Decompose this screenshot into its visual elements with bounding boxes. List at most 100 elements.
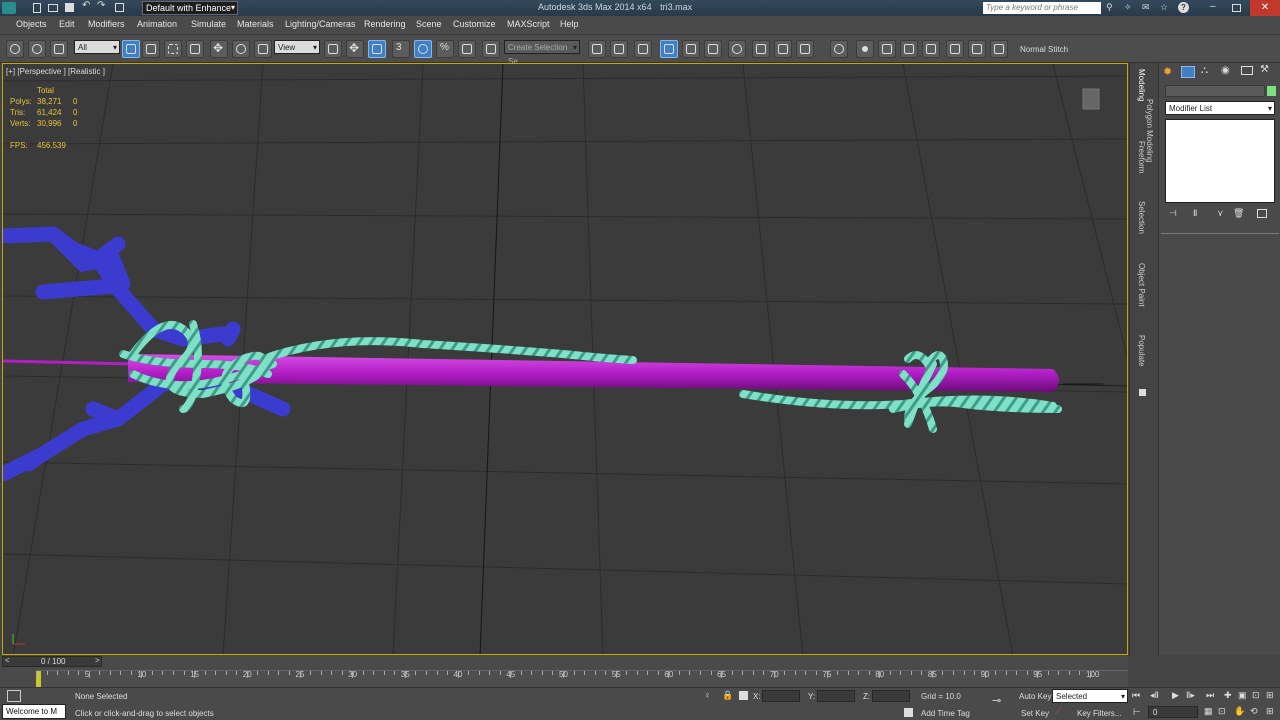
key-icon[interactable]: ⊸ — [992, 694, 1001, 707]
select-and-link-icon[interactable] — [6, 40, 24, 58]
project-folder-icon[interactable] — [115, 3, 124, 12]
bind-to-space-warp-icon[interactable] — [50, 40, 68, 58]
maximize-icon[interactable] — [1232, 4, 1241, 12]
orbit-icon[interactable]: ⟲ — [1250, 706, 1258, 717]
rotate-icon[interactable] — [232, 40, 250, 58]
layer-manager-icon[interactable] — [634, 40, 652, 58]
scale-icon[interactable] — [254, 40, 272, 58]
edit-named-selection-icon[interactable] — [482, 40, 500, 58]
menu-scene[interactable]: Scene — [416, 19, 442, 29]
ribbon-tab-object-paint[interactable]: Object Paint — [1137, 263, 1146, 307]
zoom-extents-icon[interactable]: ✚ — [1224, 690, 1232, 701]
select-by-name-icon[interactable] — [142, 40, 160, 58]
connect-icon[interactable] — [900, 40, 918, 58]
menu-edit[interactable]: Edit — [59, 19, 75, 29]
menu-customize[interactable]: Customize — [453, 19, 496, 29]
unlink-selection-icon[interactable] — [28, 40, 46, 58]
communication-icon[interactable]: ✉ — [1142, 2, 1150, 13]
select-object-icon[interactable] — [122, 40, 140, 58]
goto-end-icon[interactable]: ⏭ — [1206, 690, 1214, 701]
align-icon[interactable] — [610, 40, 628, 58]
time-config-icon[interactable]: ▦ — [1204, 706, 1213, 717]
time-tag-icon[interactable] — [904, 708, 913, 717]
object-name-field[interactable] — [1165, 85, 1265, 97]
object-color-swatch[interactable] — [1267, 86, 1276, 96]
rendered-frame-window-icon[interactable] — [774, 40, 792, 58]
utilities-tab-icon[interactable]: ⚒ — [1260, 64, 1269, 75]
ribbon-tab-populate[interactable]: Populate — [1137, 335, 1146, 367]
slider-left-arrow-icon[interactable]: < — [5, 656, 10, 665]
z-coordinate-field[interactable] — [872, 690, 910, 702]
slider-right-arrow-icon[interactable]: > — [95, 656, 100, 665]
current-frame-field[interactable]: 0 — [1148, 706, 1198, 718]
menu-lighting-cameras[interactable]: Lighting/Cameras — [285, 19, 356, 29]
remove-modifier-icon[interactable]: 🗑 — [1233, 208, 1244, 219]
render-setup-icon[interactable] — [752, 40, 770, 58]
previous-frame-icon[interactable]: ◂Ⅱ — [1150, 690, 1159, 701]
key-mode-toggle-icon[interactable]: ⊢ — [1133, 707, 1141, 718]
minimize-icon[interactable]: – — [1210, 1, 1216, 12]
auto-key-button[interactable]: Auto Key — [1019, 692, 1051, 701]
sphere-icon[interactable] — [856, 40, 874, 58]
menu-modifiers[interactable]: Modifiers — [88, 19, 125, 29]
configure-modifier-sets-icon[interactable] — [1257, 209, 1267, 218]
stitch-tool-1-icon[interactable] — [946, 40, 964, 58]
menu-rendering[interactable]: Rendering — [364, 19, 406, 29]
window-crossing-icon[interactable] — [186, 40, 204, 58]
modifier-stack-list[interactable] — [1165, 119, 1275, 203]
pan-icon[interactable]: ✋ — [1234, 706, 1245, 717]
subscription-icon[interactable]: ✧ — [1124, 2, 1132, 13]
next-frame-icon[interactable]: Ⅱ▸ — [1186, 690, 1195, 701]
zoom-region-icon[interactable]: ⊡ — [1218, 706, 1226, 717]
menu-objects[interactable]: Objects — [16, 19, 47, 29]
ribbon-tab-selection[interactable]: Selection — [1137, 201, 1146, 234]
modify-tab-icon[interactable] — [1181, 66, 1195, 78]
viewport-label[interactable]: [+] [Perspective ] [Realistic ] — [6, 67, 105, 76]
key-mode-dropdown[interactable]: Selected — [1052, 689, 1128, 704]
absolute-mode-icon[interactable] — [739, 691, 748, 700]
close-icon[interactable]: ✕ — [1250, 0, 1280, 16]
mirror-icon[interactable] — [588, 40, 606, 58]
add-time-tag[interactable]: Add Time Tag — [921, 709, 970, 718]
track-bar[interactable]: 5 10 15 20 25 30 35 40 45 50 55 60 65 70 75 80 85 90 95 100 — [36, 670, 1128, 687]
favorites-icon[interactable]: ☆ — [1160, 2, 1168, 13]
hierarchy-tab-icon[interactable]: ⛬ — [1201, 65, 1208, 76]
x-coordinate-field[interactable] — [762, 690, 800, 702]
undo-icon[interactable]: ↶ — [82, 0, 90, 11]
snaps-toggle-icon[interactable]: 3 — [392, 40, 410, 58]
open-file-icon[interactable] — [48, 4, 58, 12]
rectangular-selection-icon[interactable] — [164, 40, 182, 58]
play-icon[interactable]: ▶ — [1172, 690, 1179, 701]
scatter-icon[interactable] — [922, 40, 940, 58]
stitch-tool-3-icon[interactable] — [990, 40, 1008, 58]
selection-filter-dropdown[interactable]: All — [74, 40, 120, 55]
pivot-center-icon[interactable] — [324, 40, 342, 58]
zoom-all-icon[interactable]: ▣ — [1238, 690, 1247, 701]
menu-materials[interactable]: Materials — [237, 19, 274, 29]
y-coordinate-field[interactable] — [817, 690, 855, 702]
select-manipulate-icon[interactable]: ✥ — [346, 40, 364, 58]
menu-simulate[interactable]: Simulate — [191, 19, 226, 29]
ribbon-minimize-icon[interactable] — [1139, 389, 1146, 396]
maximize-viewport-icon[interactable]: ⊞ — [1266, 690, 1274, 701]
perspective-viewport[interactable]: [+] [Perspective ] [Realistic ] Total Po… — [2, 63, 1128, 655]
reference-coordinate-dropdown[interactable]: View — [274, 40, 320, 55]
mini-listener-icon[interactable] — [7, 690, 21, 702]
pin-stack-icon[interactable]: ⊣ — [1169, 208, 1177, 219]
isolate-selection-icon[interactable]: ♀ — [704, 690, 711, 700]
help-icon[interactable]: ? — [1178, 2, 1189, 13]
menu-help[interactable]: Help — [560, 19, 579, 29]
keyboard-shortcut-override-icon[interactable] — [368, 40, 386, 58]
angle-snap-icon[interactable] — [414, 40, 432, 58]
new-file-icon[interactable] — [33, 3, 41, 13]
key-filters-button[interactable]: Key Filters... — [1077, 709, 1121, 718]
set-key-icon[interactable]: ⟋ — [1055, 706, 1062, 717]
named-selection-set-dropdown[interactable]: Create Selection Se — [504, 40, 580, 66]
field-of-view-icon[interactable]: ⊡ — [1252, 690, 1260, 701]
goto-start-icon[interactable]: ⏮ — [1132, 690, 1140, 701]
schematic-view-icon[interactable] — [704, 40, 722, 58]
maxscript-listener[interactable]: Welcome to M — [2, 704, 66, 719]
normal-stitch-label[interactable]: Normal Stitch — [1020, 45, 1068, 54]
ribbon-tab-modeling[interactable]: Modeling — [1137, 69, 1146, 101]
search-input[interactable]: Type a keyword or phrase — [983, 2, 1101, 14]
